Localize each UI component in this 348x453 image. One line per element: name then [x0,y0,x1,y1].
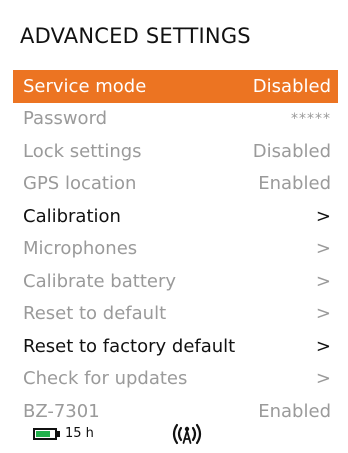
menu-item-value: Enabled [258,173,331,195]
page-title: ADVANCED SETTINGS [20,24,251,48]
menu-item-label: Service mode [23,75,147,97]
menu-item-password[interactable]: Password ***** [13,103,338,136]
chevron-right-icon: > [315,335,331,357]
menu-item-value: ***** [291,110,331,127]
menu-item-service-mode[interactable]: Service mode Disabled [13,70,338,103]
battery-icon [33,428,57,440]
menu-item-label: Reset to default [23,303,167,325]
settings-menu: Service mode Disabled Password ***** Loc… [13,70,338,428]
battery-time-remaining: 15 h [65,426,94,441]
menu-item-label: Reset to factory default [23,335,236,357]
chevron-right-icon: > [315,270,331,292]
menu-item-label: GPS location [23,173,137,195]
chevron-right-icon: > [315,205,331,227]
chevron-right-icon: > [315,303,331,325]
battery-level-fill [36,431,50,437]
menu-item-check-for-updates[interactable]: Check for updates > [13,363,338,396]
menu-item-reset-to-default[interactable]: Reset to default > [13,298,338,331]
menu-item-reset-to-factory-default[interactable]: Reset to factory default > [13,330,338,363]
menu-item-calibration[interactable]: Calibration > [13,200,338,233]
menu-item-lock-settings[interactable]: Lock settings Disabled [13,135,338,168]
menu-item-label: BZ-7301 [23,400,100,422]
menu-item-value: Disabled [252,140,331,162]
menu-item-microphones[interactable]: Microphones > [13,233,338,266]
menu-item-label: Check for updates [23,368,188,390]
advanced-settings-screen: ADVANCED SETTINGS Service mode Disabled … [0,0,348,453]
chevron-right-icon: > [315,238,331,260]
menu-item-calibrate-battery[interactable]: Calibrate battery > [13,265,338,298]
menu-item-label: Microphones [23,238,138,260]
menu-item-value: Disabled [252,75,331,97]
battery-tip [57,431,60,437]
chevron-right-icon: > [315,368,331,390]
menu-item-label: Calibrate battery [23,270,177,292]
status-bar: 15 h [23,423,333,447]
menu-item-label: Calibration [23,205,121,227]
wireless-signal-icon [172,423,202,445]
menu-item-gps-location[interactable]: GPS location Enabled [13,168,338,201]
menu-item-value: Enabled [258,400,331,422]
menu-item-label: Lock settings [23,140,142,162]
menu-item-label: Password [23,108,108,130]
